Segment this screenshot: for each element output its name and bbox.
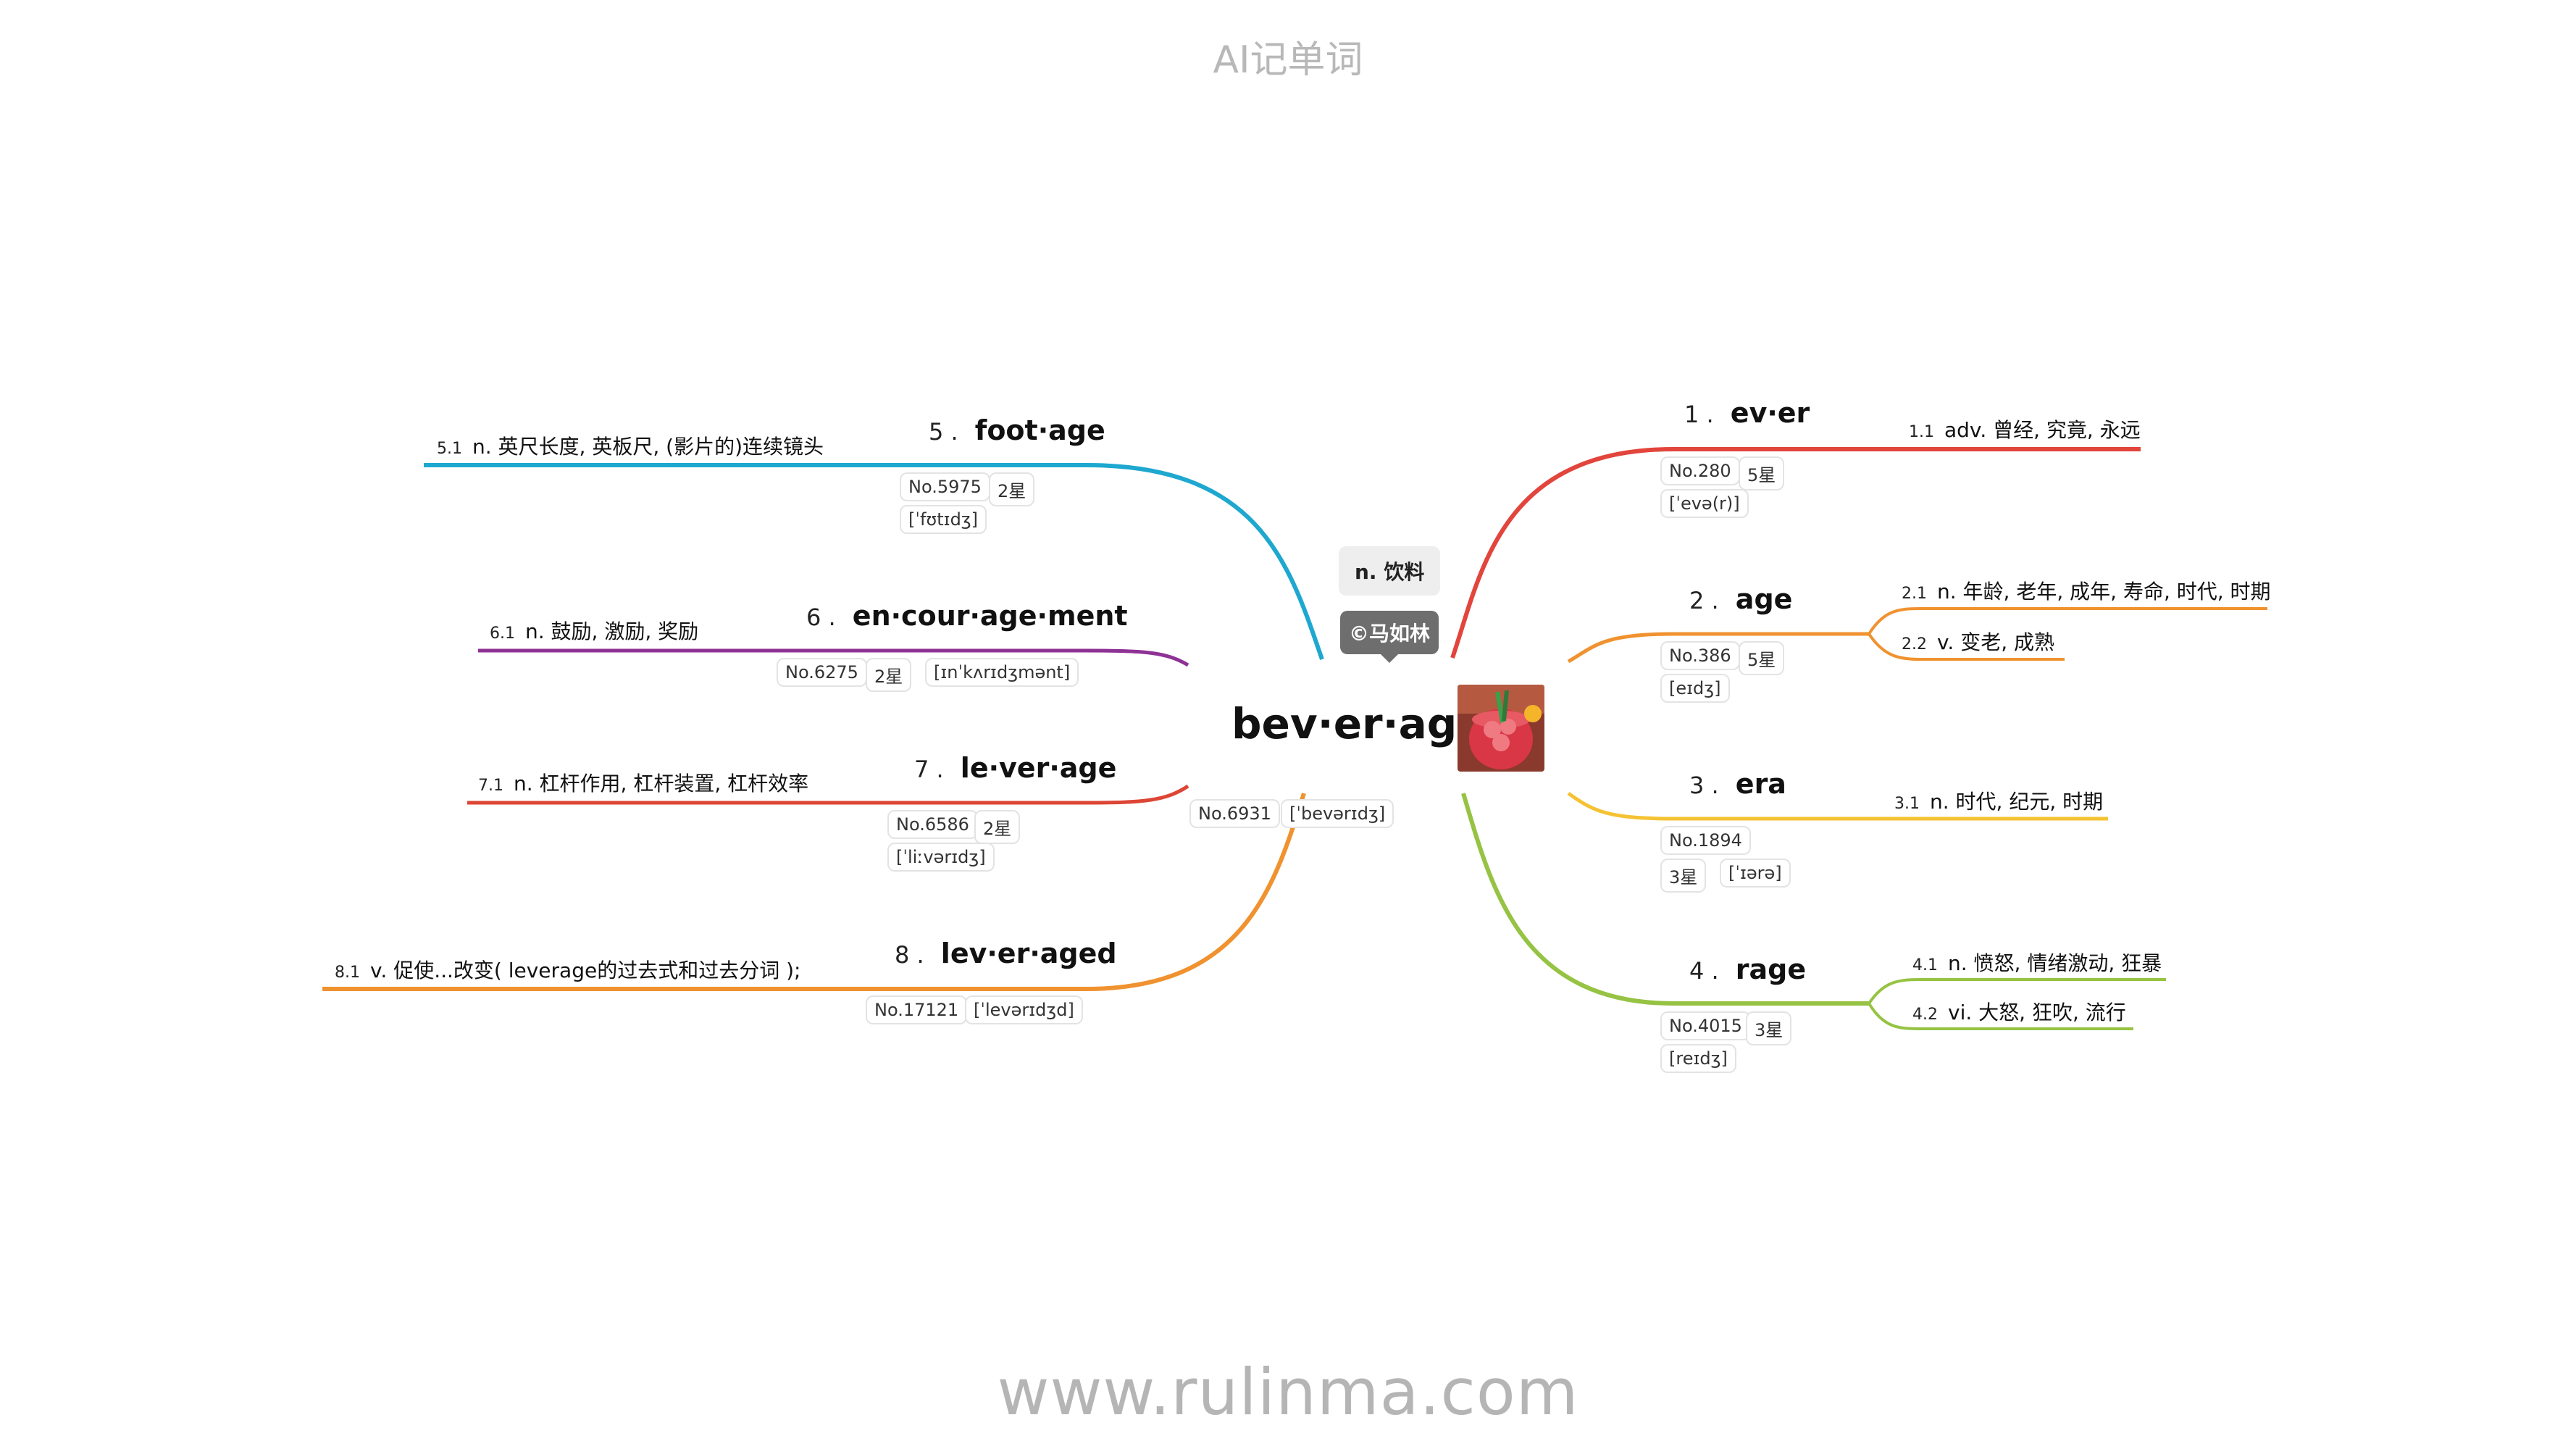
definition-text: n. 愤怒, 情绪激动, 狂暴 bbox=[1948, 951, 2162, 975]
branch-encouragement: 6 . en·cour·age·ment bbox=[806, 600, 1128, 632]
definition-4-2: 4.2 vi. 大怒, 狂吹, 流行 bbox=[1912, 997, 2126, 1026]
author-badge: ©马如林 bbox=[1340, 611, 1439, 663]
rank-tag: No.4015 bbox=[1660, 1011, 1751, 1040]
branch-word: en·cour·age·ment bbox=[852, 600, 1128, 632]
phonetic-tag: [ɪnˈkʌrɪdʒmənt] bbox=[925, 658, 1079, 687]
branch-leveraged: 8 . lev·er·aged bbox=[895, 938, 1117, 969]
branch-word: era bbox=[1735, 768, 1786, 800]
star-tag: 3星 bbox=[1746, 1011, 1792, 1045]
rank-tag: No.5975 bbox=[900, 472, 990, 501]
phonetic-tag: [ˈɪərə] bbox=[1720, 859, 1791, 888]
definition-text: v. 变老, 成熟 bbox=[1937, 630, 2054, 654]
branch-footage: 5 . foot·age bbox=[929, 414, 1105, 446]
star-tag: 3星 bbox=[1660, 859, 1707, 893]
branch-age: 2 . age bbox=[1689, 583, 1792, 615]
rank-tag: No.1894 bbox=[1660, 826, 1751, 855]
definition-text: vi. 大怒, 狂吹, 流行 bbox=[1948, 1001, 2126, 1024]
center-rank-tag: No.6931 bbox=[1189, 799, 1280, 828]
branch-ever: 1 . ev·er bbox=[1684, 397, 1810, 429]
branch-word: le·ver·age bbox=[960, 752, 1117, 784]
definition-number: 4.2 bbox=[1912, 1006, 1938, 1024]
branch-number: 3 . bbox=[1689, 772, 1719, 799]
definition-6-1: 6.1 n. 鼓励, 激励, 奖励 bbox=[490, 616, 698, 645]
definition-1-1: 1.1 adv. 曾经, 究竟, 永远 bbox=[1909, 414, 2141, 443]
definition-text: n. 时代, 纪元, 时期 bbox=[1930, 790, 2104, 814]
star-tag: 5星 bbox=[1739, 641, 1785, 675]
branch-leverage: 7 . le·ver·age bbox=[914, 752, 1116, 784]
star-tag: 5星 bbox=[1739, 456, 1785, 490]
definition-text: n. 鼓励, 激励, 奖励 bbox=[525, 619, 699, 643]
phonetic-tag: [ˈliːvərɪdʒ] bbox=[887, 843, 995, 872]
definition-5-1: 5.1 n. 英尺长度, 英板尺, (影片的)连续镜头 bbox=[437, 431, 824, 460]
app-title: AI记单词 bbox=[1213, 38, 1363, 82]
star-tag: 2星 bbox=[866, 658, 912, 692]
rank-tag: No.6275 bbox=[777, 658, 867, 687]
branch-word: foot·age bbox=[974, 414, 1105, 446]
definition-7-1: 7.1 n. 杠杆作用, 杠杆装置, 杠杆效率 bbox=[478, 768, 808, 797]
phonetic-tag: [reɪdʒ] bbox=[1660, 1044, 1736, 1073]
site-url-watermark: www.rulinma.com bbox=[997, 1355, 1579, 1429]
branch-number: 4 . bbox=[1689, 957, 1719, 985]
rank-tag: No.386 bbox=[1660, 641, 1740, 670]
definition-number: 8.1 bbox=[335, 964, 360, 982]
star-tag: 2星 bbox=[974, 810, 1021, 844]
branch-number: 2 . bbox=[1689, 587, 1719, 614]
meaning-bubble: n. 饮料 bbox=[1339, 546, 1441, 596]
definition-3-1: 3.1 n. 时代, 纪元, 时期 bbox=[1894, 786, 2103, 815]
branch-number: 7 . bbox=[914, 756, 944, 783]
rank-tag: No.6586 bbox=[887, 810, 978, 839]
branch-number: 5 . bbox=[929, 418, 958, 446]
definition-number: 5.1 bbox=[437, 440, 462, 458]
connector-rage bbox=[1461, 793, 1869, 1006]
branch-word: lev·er·aged bbox=[940, 938, 1117, 969]
definition-text: n. 英尺长度, 英板尺, (影片的)连续镜头 bbox=[472, 435, 824, 459]
branch-word: ev·er bbox=[1730, 397, 1810, 429]
definition-2-2: 2.2 v. 变老, 成熟 bbox=[1902, 627, 2054, 656]
center-phonetic-tag: [ˈbevərɪdʒ] bbox=[1281, 799, 1394, 828]
definition-4-1: 4.1 n. 愤怒, 情绪激动, 狂暴 bbox=[1912, 948, 2162, 977]
definition-2-1: 2.1 n. 年龄, 老年, 成年, 寿命, 时代, 时期 bbox=[1902, 576, 2271, 605]
phonetic-tag: [ˈevə(r)] bbox=[1660, 489, 1749, 518]
definition-number: 2.2 bbox=[1902, 635, 1927, 653]
phonetic-tag: [ˈfʊtɪdʒ] bbox=[900, 505, 987, 534]
phonetic-tag: [eɪdʒ] bbox=[1660, 674, 1730, 703]
rank-tag: No.17121 bbox=[866, 995, 968, 1024]
definition-number: 7.1 bbox=[478, 777, 503, 795]
branch-era: 3 . era bbox=[1689, 768, 1786, 800]
definition-text: v. 促使...改变( leverage的过去式和过去分词 ); bbox=[370, 959, 801, 982]
definition-number: 2.1 bbox=[1902, 585, 1927, 603]
branch-number: 1 . bbox=[1684, 401, 1714, 428]
branch-rage: 4 . rage bbox=[1689, 953, 1806, 985]
branch-number: 6 . bbox=[806, 604, 836, 631]
rank-tag: No.280 bbox=[1660, 456, 1740, 485]
definition-number: 1.1 bbox=[1909, 423, 1934, 441]
branch-word: age bbox=[1735, 583, 1793, 615]
definition-8-1: 8.1 v. 促使...改变( leverage的过去式和过去分词 ); bbox=[335, 955, 800, 984]
branch-number: 8 . bbox=[895, 941, 924, 969]
phonetic-tag: [ˈlevərɪdʒd] bbox=[965, 995, 1083, 1024]
definition-text: n. 年龄, 老年, 成年, 寿命, 时代, 时期 bbox=[1937, 580, 2271, 604]
cocktail-drink-image bbox=[1458, 685, 1544, 772]
definition-number: 6.1 bbox=[490, 625, 515, 643]
definition-number: 3.1 bbox=[1894, 795, 1920, 813]
star-tag: 2星 bbox=[989, 472, 1035, 506]
definition-text: adv. 曾经, 究竟, 永远 bbox=[1944, 418, 2141, 442]
definition-text: n. 杠杆作用, 杠杆装置, 杠杆效率 bbox=[514, 772, 809, 796]
center-word: bev·er·age bbox=[1231, 699, 1486, 748]
branch-word: rage bbox=[1735, 953, 1807, 985]
definition-number: 4.1 bbox=[1912, 956, 1938, 974]
